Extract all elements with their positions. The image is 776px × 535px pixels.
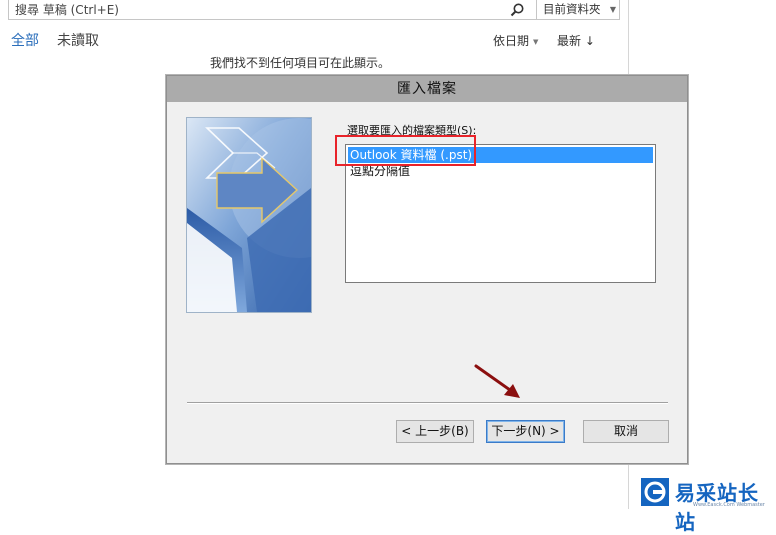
back-button[interactable]: < 上一步(B): [396, 420, 474, 443]
sort-order-toggle[interactable]: 最新 ↓: [557, 32, 595, 49]
search-scope-dropdown[interactable]: 目前資料夾 ▼: [537, 0, 619, 19]
filter-all[interactable]: 全部: [11, 30, 39, 50]
empty-list-text: 我們找不到任何項目可在此顯示。: [209, 56, 390, 70]
empty-list-message: 我們找不到任何項目可在此顯示。: [0, 54, 600, 71]
filetype-label: 選取要匯入的檔案類型(S):: [347, 124, 477, 137]
dialog-titlebar[interactable]: 匯入檔案: [167, 76, 687, 103]
site-watermark: 易采站长站 Www.Easck.Com Webmaster: [641, 472, 776, 534]
filter-unread[interactable]: 未讀取: [57, 30, 99, 50]
dialog-divider: [187, 402, 668, 404]
chevron-down-icon: ▼: [533, 37, 539, 46]
sort-by-dropdown[interactable]: 依日期 ▼: [493, 32, 538, 49]
watermark-logo-icon: [641, 478, 669, 506]
chevron-down-icon: ▼: [609, 5, 616, 14]
annotation-arrow-icon: [474, 364, 520, 398]
search-bar: 目前資料夾 ▼: [8, 0, 620, 20]
cancel-button[interactable]: 取消: [583, 420, 669, 443]
search-input[interactable]: [9, 0, 535, 19]
filetype-listbox[interactable]: Outlook 資料檔 (.pst) 逗點分隔值: [345, 144, 656, 283]
list-item-pst[interactable]: Outlook 資料檔 (.pst): [348, 147, 653, 163]
list-item-csv[interactable]: 逗點分隔值: [348, 163, 653, 179]
import-file-dialog: 匯入檔案 選取要匯入的檔案類型(S): Outlook 資料檔 (.pst) 逗…: [166, 75, 688, 464]
search-icon[interactable]: [509, 2, 525, 18]
search-scope-label: 目前資料夾: [543, 2, 601, 16]
wizard-arrow-graphic: [186, 117, 312, 313]
next-button[interactable]: 下一步(N) >: [486, 420, 565, 443]
dialog-title: 匯入檔案: [397, 81, 457, 97]
sort-by-label: 依日期: [493, 34, 530, 48]
dialog-body: 選取要匯入的檔案類型(S): Outlook 資料檔 (.pst) 逗點分隔值 …: [167, 102, 687, 463]
watermark-url: Www.Easck.Com Webmaster: [693, 502, 765, 508]
